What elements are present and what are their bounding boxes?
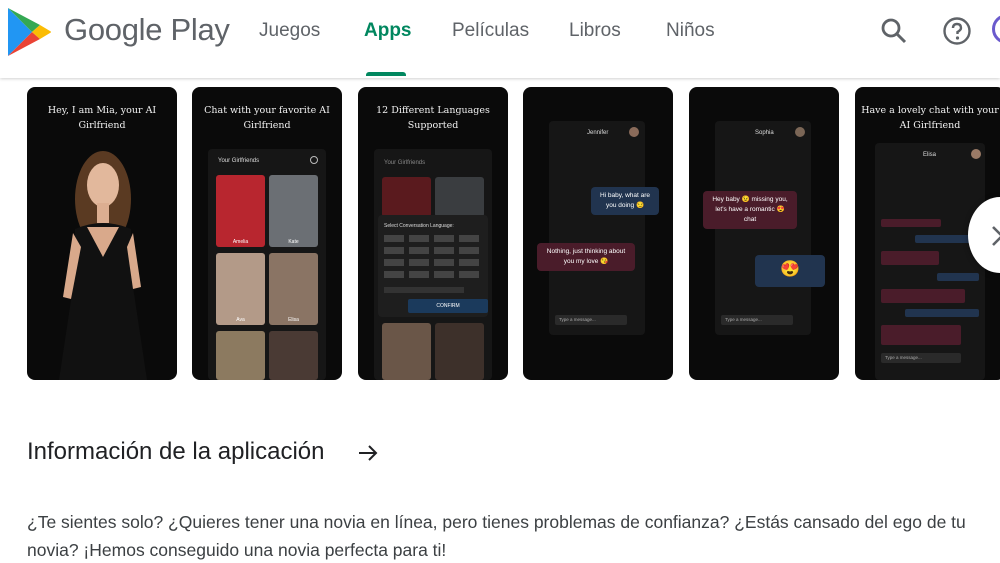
nav-tab-peliculas[interactable]: Películas (452, 20, 529, 42)
list-title: Your Girlfriends (218, 158, 260, 164)
nav-tab-juegos[interactable]: Juegos (259, 20, 320, 42)
phone-frame: Elisa Type a message... (875, 143, 985, 380)
girlfriend-card: Ava (216, 253, 265, 325)
girlfriend-card (382, 323, 431, 380)
girlfriend-card (435, 323, 484, 380)
list-title: Your Girlfriends (384, 160, 426, 166)
chat-contact-name: Sophia (755, 130, 774, 136)
app-screenshot-4[interactable]: Jennifer Hi baby, what are you doing 😏 N… (523, 87, 673, 380)
confirm-button: CONFIRM (408, 299, 488, 313)
phone-frame: Your Girlfriends Amelia Kate Ava Elisa (208, 149, 326, 380)
chat-bubble-bot (881, 219, 941, 227)
chat-bubble-user (937, 273, 979, 281)
chat-bubble-user: Hi baby, what are you doing 😏 (591, 187, 659, 215)
nav-tab-apps[interactable]: Apps (364, 20, 412, 42)
google-play-logo-icon[interactable] (6, 6, 52, 58)
avatar (629, 127, 639, 137)
app-screenshot-3[interactable]: 12 Different Languages Supported Your Gi… (358, 87, 508, 380)
message-input: Type a message... (555, 315, 627, 325)
app-screenshot-5[interactable]: Sophia Hey baby 😉 missing you, let's hav… (689, 87, 839, 380)
chat-bubble-bot: Nothing, just thinking about you my love… (537, 243, 635, 271)
chat-bubble-emoji: 😍 (755, 255, 825, 287)
avatar (971, 149, 981, 159)
help-icon[interactable] (942, 16, 972, 46)
screenshot-caption: 12 Different Languages Supported (376, 105, 490, 131)
active-tab-indicator (366, 72, 406, 76)
arrow-right-icon[interactable] (357, 442, 379, 464)
chat-contact-name: Jennifer (587, 130, 609, 136)
chat-contact-name: Elisa (923, 152, 937, 158)
chat-bubble-bot (881, 251, 939, 265)
app-screenshot-1[interactable]: Hey, I am Mia, your AI Girlfriend (27, 87, 177, 380)
message-input: Type a message... (881, 353, 961, 363)
screenshot-caption: Hey, I am Mia, your AI Girlfriend (47, 105, 157, 131)
chat-bubble-bot: Hey baby 😉 missing you, let's have a rom… (703, 191, 797, 229)
girlfriend-card (269, 331, 318, 380)
language-chips (384, 235, 482, 281)
chevron-right-icon (992, 226, 1000, 246)
search-icon[interactable] (879, 16, 909, 46)
nav-tab-ninos[interactable]: Niños (666, 20, 715, 42)
section-title[interactable]: Información de la aplicación (27, 438, 325, 466)
chat-bubble-bot (881, 325, 961, 345)
girlfriend-card (382, 177, 431, 217)
chat-bubble-user (905, 309, 979, 317)
app-description: ¿Te sientes solo? ¿Quieres tener una nov… (27, 512, 966, 560)
nav-tab-libros[interactable]: Libros (569, 20, 621, 42)
girlfriend-name: Kate (288, 239, 299, 245)
top-app-bar: Google Play Juegos Apps Películas Libros… (0, 0, 1000, 78)
message-input: Type a message... (721, 315, 793, 325)
screenshot-caption: Chat with your favorite AI Girlfriend (204, 105, 330, 131)
language-dialog: Select Conversation Language: CONFIRM (378, 215, 488, 317)
model-photo (59, 151, 147, 380)
avatar (795, 127, 805, 137)
girlfriend-name: Elisa (288, 317, 299, 323)
girlfriend-card (216, 331, 265, 380)
girlfriend-card: Amelia (216, 175, 265, 247)
phone-frame: Jennifer (549, 121, 645, 335)
gear-icon (310, 156, 318, 164)
girlfriend-card: Kate (269, 175, 318, 247)
girlfriend-card: Elisa (269, 253, 318, 325)
girlfriend-name: Ava (236, 317, 245, 323)
dialog-note (384, 287, 464, 293)
dialog-title: Select Conversation Language: (384, 223, 454, 229)
chat-bubble-bot (881, 289, 965, 303)
brand-name[interactable]: Google Play (64, 12, 230, 48)
app-screenshot-2[interactable]: Chat with your favorite AI Girlfriend Yo… (192, 87, 342, 380)
account-avatar[interactable] (992, 14, 1000, 44)
phone-frame: Your Girlfriends Select Conversation Lan… (374, 149, 492, 380)
screenshot-caption: Have a lovely chat with your AI Girlfrie… (861, 105, 999, 131)
girlfriend-card (435, 177, 484, 217)
girlfriend-name: Amelia (232, 239, 249, 245)
